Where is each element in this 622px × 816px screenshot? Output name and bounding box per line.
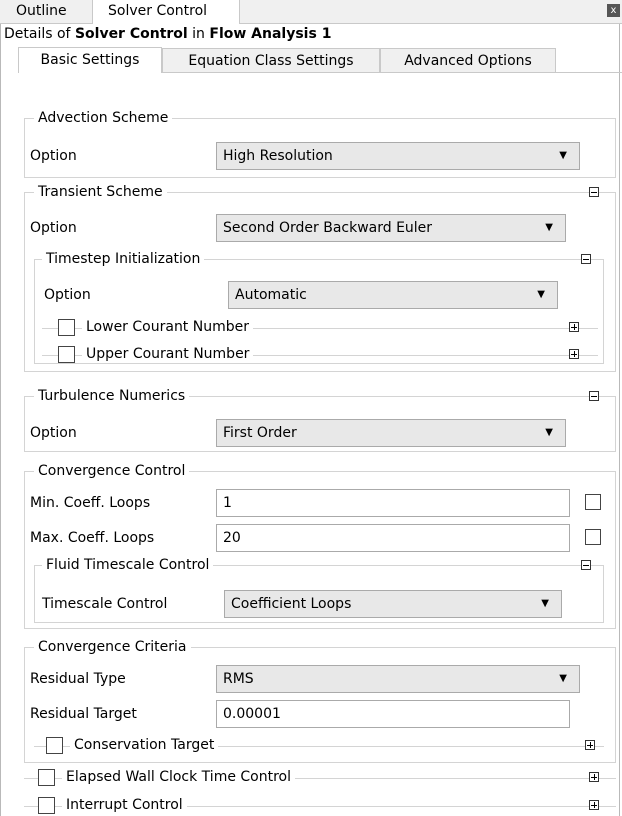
timescale-control-value: Coefficient Loops — [231, 596, 352, 612]
lower-courant-checkbox[interactable] — [58, 319, 75, 336]
timestep-option-select[interactable]: Automatic ▼ — [228, 281, 558, 309]
elapsed-checkbox[interactable] — [38, 769, 55, 786]
residual-target-label: Residual Target — [30, 706, 137, 722]
residual-target-input[interactable]: 0.00001 — [216, 700, 570, 728]
collapse-icon[interactable] — [589, 187, 599, 197]
residual-type-select[interactable]: RMS ▼ — [216, 665, 580, 693]
tab-equation-class-settings[interactable]: Equation Class Settings — [162, 48, 380, 72]
tab-outline[interactable]: Outline — [4, 0, 79, 23]
timescale-control-label: Timescale Control — [42, 596, 168, 612]
interrupt-label: Interrupt Control — [62, 796, 187, 814]
transient-option-label: Option — [30, 220, 77, 236]
close-icon[interactable]: x — [607, 4, 620, 17]
chevron-down-icon: ▼ — [545, 222, 553, 233]
expand-icon[interactable] — [569, 322, 579, 332]
transient-option-value: Second Order Backward Euler — [223, 220, 433, 236]
tab-solver-control[interactable]: Solver Control — [92, 0, 240, 24]
tab-basic-settings[interactable]: Basic Settings — [18, 47, 162, 73]
convergence-criteria-title: Convergence Criteria — [34, 638, 191, 656]
transient-option-select[interactable]: Second Order Backward Euler ▼ — [216, 214, 566, 242]
chevron-down-icon: ▼ — [559, 673, 567, 684]
chevron-down-icon: ▼ — [537, 289, 545, 300]
turbulence-option-value: First Order — [223, 425, 297, 441]
fluid-timescale-title: Fluid Timescale Control — [42, 556, 214, 574]
upper-courant-label: Upper Courant Number — [82, 345, 254, 363]
residual-type-value: RMS — [223, 671, 254, 687]
expand-icon[interactable] — [569, 349, 579, 359]
timescale-control-select[interactable]: Coefficient Loops ▼ — [224, 590, 562, 618]
tab-advanced-options[interactable]: Advanced Options — [380, 48, 556, 72]
tab-baseline — [162, 72, 622, 73]
expand-icon[interactable] — [585, 740, 595, 750]
advection-option-select[interactable]: High Resolution ▼ — [216, 142, 580, 170]
details-parent: Flow Analysis 1 — [209, 26, 332, 42]
details-prefix: Details of — [4, 26, 75, 42]
details-title: Details of Solver Control in Flow Analys… — [4, 24, 331, 44]
details-object: Solver Control — [74, 26, 188, 42]
timestep-option-value: Automatic — [235, 287, 307, 303]
advection-option-label: Option — [30, 148, 77, 164]
timestep-option-label: Option — [44, 287, 91, 303]
advection-title: Advection Scheme — [34, 109, 173, 127]
advection-option-value: High Resolution — [223, 148, 333, 164]
chevron-down-icon: ▼ — [541, 598, 549, 609]
min-coeff-label: Min. Coeff. Loops — [30, 495, 151, 511]
turbulence-title: Turbulence Numerics — [34, 387, 190, 405]
upper-courant-checkbox[interactable] — [58, 346, 75, 363]
max-coeff-checkbox[interactable] — [585, 529, 601, 545]
collapse-icon[interactable] — [581, 254, 591, 264]
timestep-title: Timestep Initialization — [42, 250, 205, 268]
expand-icon[interactable] — [589, 772, 599, 782]
top-tab-bar: Outline Solver Control x — [0, 0, 622, 24]
conservation-checkbox[interactable] — [46, 737, 63, 754]
interrupt-checkbox[interactable] — [38, 797, 55, 814]
turbulence-option-select[interactable]: First Order ▼ — [216, 419, 566, 447]
turbulence-option-label: Option — [30, 425, 77, 441]
collapse-icon[interactable] — [589, 391, 599, 401]
min-coeff-checkbox[interactable] — [585, 494, 601, 510]
max-coeff-label: Max. Coeff. Loops — [30, 530, 155, 546]
elapsed-label: Elapsed Wall Clock Time Control — [62, 768, 296, 786]
chevron-down-icon: ▼ — [545, 427, 553, 438]
transient-title: Transient Scheme — [34, 183, 167, 201]
max-coeff-input[interactable]: 20 — [216, 524, 570, 552]
details-mid: in — [187, 26, 210, 42]
chevron-down-icon: ▼ — [559, 150, 567, 161]
min-coeff-input[interactable]: 1 — [216, 489, 570, 517]
convergence-control-title: Convergence Control — [34, 462, 190, 480]
expand-icon[interactable] — [589, 800, 599, 810]
lower-courant-label: Lower Courant Number — [82, 318, 253, 336]
residual-type-label: Residual Type — [30, 671, 126, 687]
conservation-label: Conservation Target — [70, 736, 219, 754]
collapse-icon[interactable] — [581, 560, 591, 570]
